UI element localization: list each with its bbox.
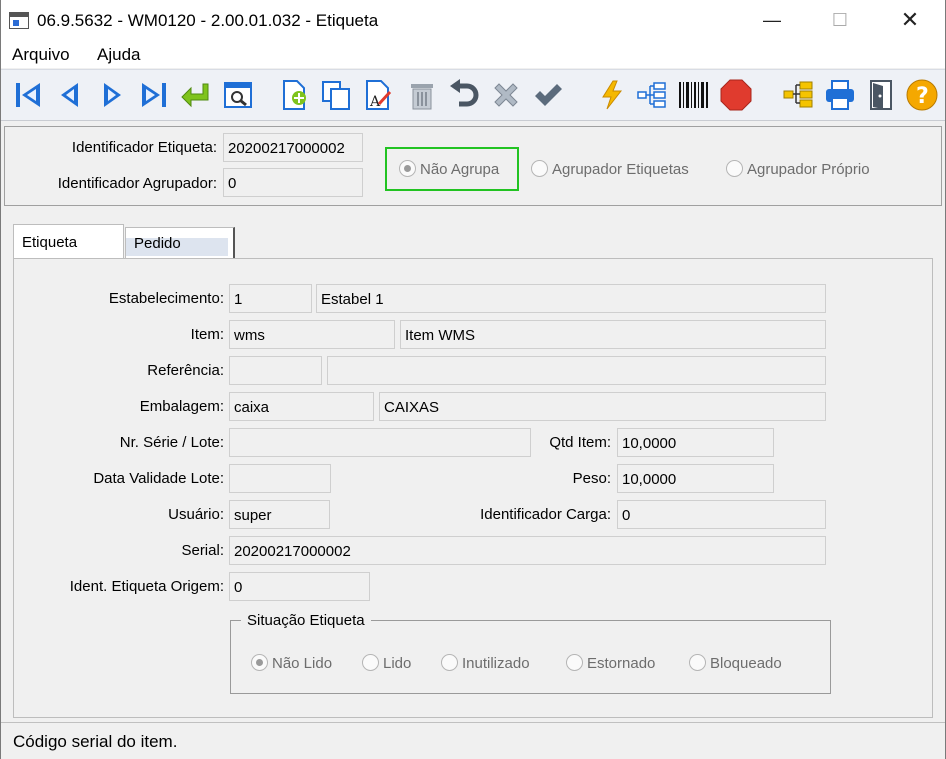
tab-pedido[interactable]: Pedido [125,227,235,258]
next-record-icon[interactable] [95,78,129,112]
barcode-icon[interactable] [677,78,711,112]
close-button[interactable]: ✕ [887,0,933,42]
serial-label: Serial: [181,542,224,559]
id-agrupador-field[interactable]: 0 [223,168,363,197]
etiqueta-origem-field[interactable]: 0 [229,572,370,601]
radio-dot [566,654,583,671]
radio-dot [531,160,548,177]
id-etiqueta-label: Identificador Etiqueta: [71,139,217,156]
main-window: 06.9.5632 - WM0120 - 2.00.01.032 - Etiqu… [0,0,946,759]
svg-text:?: ? [916,84,929,109]
menu-ajuda[interactable]: Ajuda [97,45,140,65]
copy-icon[interactable] [319,78,353,112]
serial-field[interactable]: 20200217000002 [229,536,826,565]
referencia-desc-field[interactable] [327,356,826,385]
print-icon[interactable] [823,78,857,112]
toolbar: A ? [1,69,945,121]
item-label: Item: [190,326,224,343]
radio-agrupador-etiquetas-label: Agrupador Etiquetas [552,161,689,178]
referencia-code-field[interactable] [229,356,322,385]
window-title: 06.9.5632 - WM0120 - 2.00.01.032 - Etiqu… [37,11,379,30]
menu-bar: Arquivo Ajuda [1,42,945,68]
radio-nao-agrupa[interactable]: Não Agrupa [399,160,499,178]
radio-lido-label: Lido [383,655,412,672]
radio-nao-lido[interactable]: Não Lido [251,654,332,672]
exit-icon[interactable] [865,78,899,112]
radio-agrupador-etiquetas[interactable]: Agrupador Etiquetas [531,160,689,178]
serie-lote-field[interactable] [229,428,531,457]
lightning-icon[interactable] [595,78,629,112]
etiqueta-origem-label: Ident. Etiqueta Origem: [69,578,224,595]
tree-icon[interactable] [635,78,669,112]
peso-field[interactable]: 10,0000 [617,464,774,493]
id-carga-label: Identificador Carga: [480,506,611,523]
help-icon[interactable]: ? [905,78,939,112]
radio-nao-agrupa-label: Não Agrupa [420,161,500,178]
usuario-label: Usuário: [168,506,224,523]
embalagem-code-field[interactable]: caixa [229,392,374,421]
referencia-label: Referência: [147,362,224,379]
estabelecimento-desc-field[interactable]: Estabel 1 [316,284,826,313]
id-carga-field[interactable]: 0 [617,500,826,529]
id-agrupador-label: Identificador Agrupador: [57,175,217,192]
confirm-icon[interactable] [531,78,565,112]
radio-bloqueado-label: Bloqueado [710,655,782,672]
status-bar: Código serial do item. [1,722,945,759]
item-desc-field[interactable]: Item WMS [400,320,826,349]
menu-arquivo[interactable]: Arquivo [12,45,70,65]
radio-estornado[interactable]: Estornado [566,654,655,672]
goto-icon[interactable] [179,78,213,112]
qtd-item-label: Qtd Item: [549,434,611,451]
first-record-icon[interactable] [11,78,45,112]
radio-agrupador-proprio-label: Agrupador Próprio [747,161,870,178]
radio-nao-lido-label: Não Lido [272,655,333,672]
radio-dot-checked [251,654,268,671]
radio-agrupador-proprio[interactable]: Agrupador Próprio [726,160,870,178]
hierarchy-icon[interactable] [781,78,815,112]
embalagem-desc-field[interactable]: CAIXAS [379,392,826,421]
estabelecimento-label: Estabelecimento: [108,290,224,307]
radio-inutilizado-label: Inutilizado [462,655,530,672]
undo-icon[interactable] [447,78,481,112]
radio-lido[interactable]: Lido [362,654,411,672]
radio-inutilizado[interactable]: Inutilizado [441,654,530,672]
item-code-field[interactable]: wms [229,320,395,349]
data-validade-label: Data Validade Lote: [93,470,224,487]
stop-icon[interactable] [719,78,753,112]
cancel-icon[interactable] [489,78,523,112]
radio-dot [726,160,743,177]
radio-estornado-label: Estornado [587,655,656,672]
radio-dot [689,654,706,671]
radio-dot [362,654,379,671]
last-record-icon[interactable] [137,78,171,112]
title-bar: 06.9.5632 - WM0120 - 2.00.01.032 - Etiqu… [1,0,945,42]
radio-dot [441,654,458,671]
serie-lote-label: Nr. Série / Lote: [119,434,224,451]
previous-record-icon[interactable] [53,78,87,112]
maximize-button[interactable]: ☐ [817,0,863,42]
embalagem-label: Embalagem: [139,398,224,415]
radio-bloqueado[interactable]: Bloqueado [689,654,782,672]
delete-icon[interactable] [405,78,439,112]
app-icon [9,12,29,29]
minimize-button[interactable]: — [749,0,795,42]
add-record-icon[interactable] [277,78,311,112]
radio-dot-checked [399,160,416,177]
estabelecimento-code-field[interactable]: 1 [229,284,312,313]
usuario-field[interactable]: super [229,500,330,529]
tab-pedido-label: Pedido [134,235,181,252]
id-etiqueta-field[interactable]: 20200217000002 [223,133,363,162]
search-icon[interactable] [221,78,255,112]
data-validade-field[interactable] [229,464,331,493]
peso-label: Peso: [572,470,611,487]
edit-icon[interactable]: A [361,78,395,112]
qtd-item-field[interactable]: 10,0000 [617,428,774,457]
situacao-title: Situação Etiqueta [241,612,371,629]
tab-etiqueta[interactable]: Etiqueta [13,224,124,258]
